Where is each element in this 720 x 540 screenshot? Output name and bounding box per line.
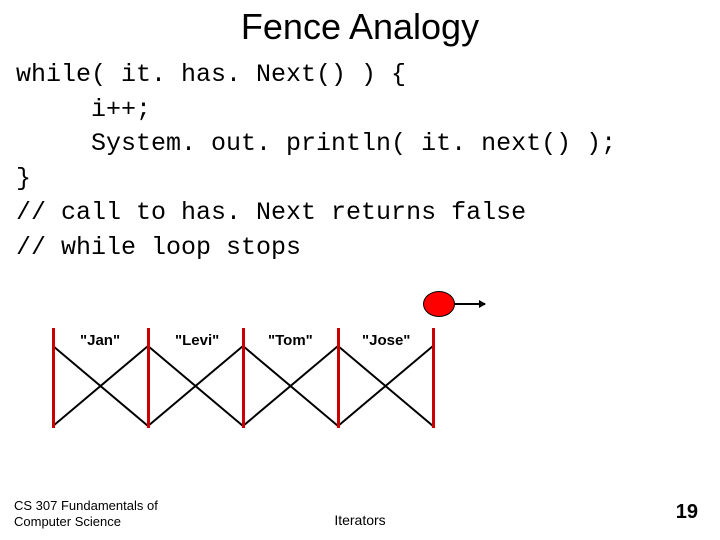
fence-diagram: "Jan" "Levi" "Tom" "Jose" [52, 328, 532, 448]
circle-icon [423, 291, 455, 317]
fence-post [147, 328, 150, 428]
footer-line: CS 307 Fundamentals of [14, 498, 158, 513]
code-line: } [16, 164, 31, 193]
fence-label: "Tom" [268, 332, 313, 349]
slide-title: Fence Analogy [0, 0, 720, 48]
fence-post [432, 328, 435, 428]
code-line: // while loop stops [16, 233, 301, 262]
fence-label: "Levi" [175, 332, 219, 349]
code-line: System. out. println( it. next() ); [16, 129, 616, 158]
footer-topic: Iterators [0, 512, 720, 528]
code-block: while( it. has. Next() ) { i++; System. … [0, 48, 720, 265]
code-line: i++; [16, 95, 151, 124]
slide: Fence Analogy while( it. has. Next() ) {… [0, 0, 720, 540]
page-number: 19 [676, 501, 698, 524]
arrow-right-icon [455, 303, 485, 305]
fence-label: "Jan" [80, 332, 120, 349]
fence-label: "Jose" [362, 332, 410, 349]
fence-post [337, 328, 340, 428]
code-line: while( it. has. Next() ) { [16, 60, 406, 89]
iterator-marker [423, 291, 483, 319]
code-line: // call to has. Next returns false [16, 198, 526, 227]
fence-post [52, 328, 55, 428]
fence-post [242, 328, 245, 428]
